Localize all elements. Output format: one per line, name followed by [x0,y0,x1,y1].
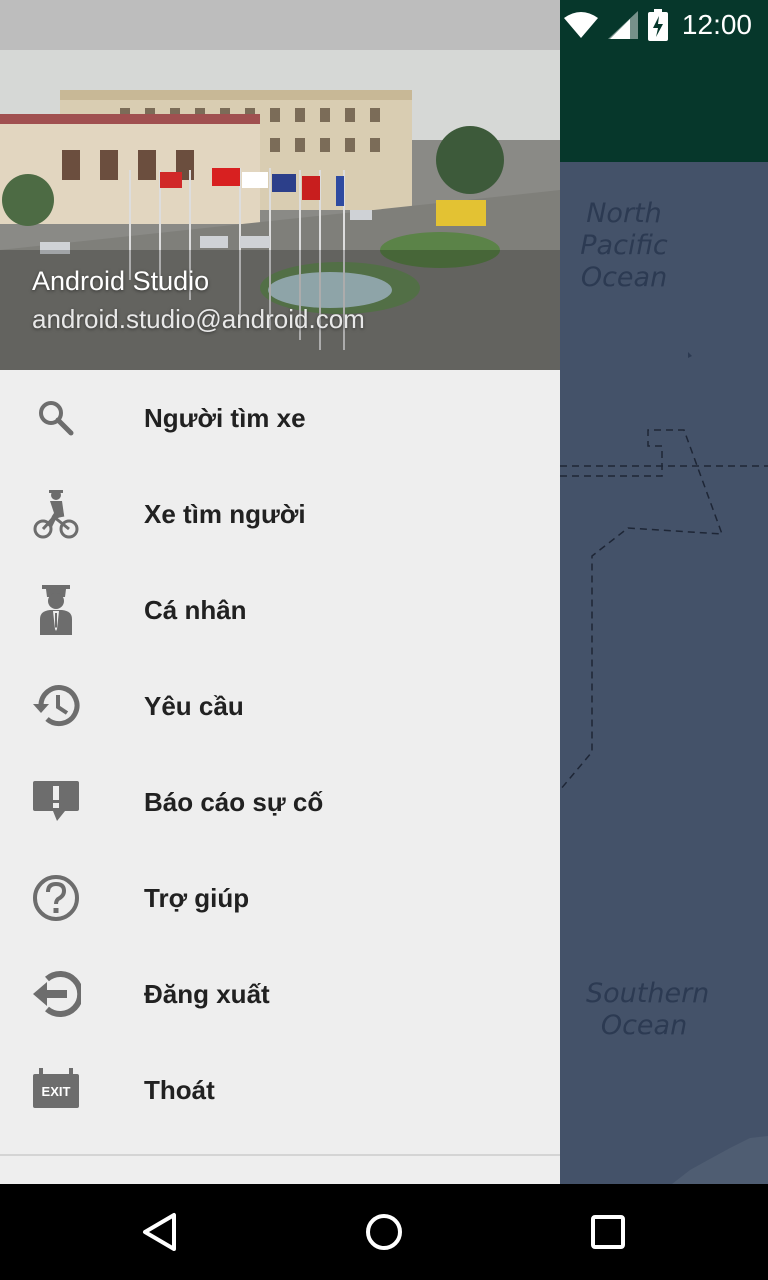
menu-item-ca-nhan[interactable]: Cá nhân [0,562,560,658]
recents-button[interactable] [580,1204,636,1260]
drawer-menu: Người tìm xe Xe tìm người Cá nhân Yêu cầ… [0,370,560,1138]
exit-icon: EXIT [28,1062,84,1118]
menu-item-label: Người tìm xe [144,402,306,433]
map-label-north-pacific: North Pacific Ocean [580,198,668,293]
navigation-drawer: Android Studio android.studio@android.co… [0,50,560,1184]
menu-item-xe-tim-nguoi[interactable]: Xe tìm người [0,466,560,562]
search-icon [28,390,84,446]
cellular-signal-icon [607,11,638,39]
menu-item-label: Trợ giúp [144,882,250,913]
back-triangle-icon [143,1213,176,1251]
drawer-header[interactable]: Android Studio android.studio@android.co… [0,50,560,370]
logout-icon [28,966,84,1022]
menu-item-label: Yêu cầu [144,690,244,721]
exit-badge-text: EXIT [41,1084,71,1099]
battery-charging-icon [647,9,668,41]
report-problem-icon [28,774,84,830]
history-icon [28,678,84,734]
status-icons: 12:00 [563,0,752,50]
status-bar-scrim [0,0,560,50]
menu-item-tro-giup[interactable]: Trợ giúp [0,850,560,946]
home-button[interactable] [356,1204,412,1260]
menu-item-label: Báo cáo sự cố [144,786,324,817]
menu-item-label: Xe tìm người [144,498,306,529]
back-button[interactable] [132,1204,188,1260]
menu-item-label: Cá nhân [144,594,247,625]
account-email: android.studio@android.com [32,304,365,334]
status-bar: 12:00 [0,0,768,50]
menu-item-label: Đăng xuất [144,978,270,1009]
menu-item-label: Thoát [144,1074,215,1105]
recents-square-icon [591,1215,625,1249]
menu-item-yeu-cau[interactable]: Yêu cầu [0,658,560,754]
bicycle-rider-icon [28,486,84,542]
account-name: Android Studio [32,266,210,296]
wifi-icon [563,12,598,38]
system-navigation-bar [0,1184,768,1280]
map-label-southern-ocean: Southern Ocean [586,978,710,1041]
home-circle-icon [366,1214,402,1250]
menu-item-thoat[interactable]: EXIT Thoát [0,1042,560,1138]
menu-item-dang-xuat[interactable]: Đăng xuất [0,946,560,1042]
menu-item-nguoi-tim-xe[interactable]: Người tìm xe [0,370,560,466]
help-icon [28,870,84,926]
graduate-person-icon [28,582,84,638]
menu-item-bao-cao-su-co[interactable]: Báo cáo sự cố [0,754,560,850]
status-time: 12:00 [681,9,752,40]
drawer-divider [0,1154,560,1156]
